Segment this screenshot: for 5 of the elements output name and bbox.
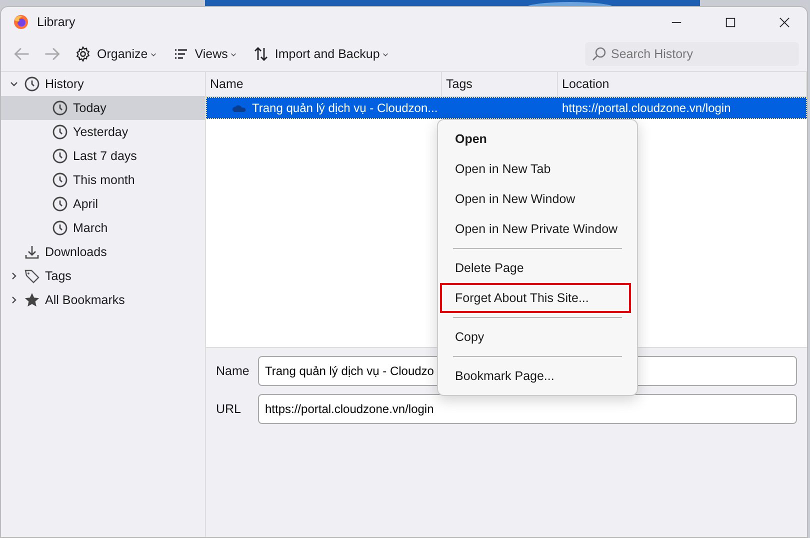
table-cell: Trang quản lý dịch vụ - Cloudzon...	[252, 101, 438, 115]
field-label: Name	[216, 364, 250, 378]
field-label: URL	[216, 402, 242, 416]
table-cell: https://portal.cloudzone.vn/login	[562, 101, 731, 115]
window-title: Library	[37, 15, 76, 29]
